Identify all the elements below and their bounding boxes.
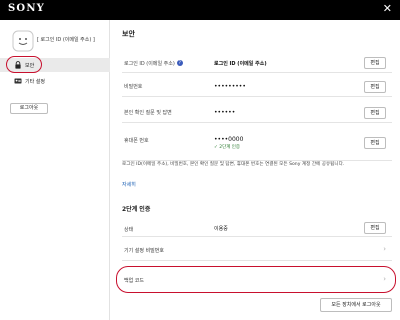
two-step-section-title: 2단계 인증	[122, 206, 151, 213]
security-question-value: ••••••	[214, 109, 236, 116]
close-icon[interactable]: ✕	[383, 3, 392, 15]
row-password: 비밀번호 ••••••••• 편집	[122, 77, 392, 97]
shared-info-note: 로그인 ID(이메일 주소), 비밀번호, 본인 확인 질문 및 답변, 휴대폰…	[122, 162, 345, 167]
row-security-question: 본인 확인 질문 및 답변 •••••• 편집	[122, 103, 392, 123]
top-bar: SONY ✕	[0, 0, 400, 20]
avatar	[12, 30, 34, 52]
phone-label: 휴대폰 번호	[124, 138, 149, 144]
edit-security-question-button[interactable]: 편집	[364, 107, 386, 119]
edit-login-id-button[interactable]: 편집	[364, 57, 386, 69]
page-title: 보안	[122, 30, 135, 38]
signout-all-devices-button[interactable]: 모든 장치에서 로그아웃	[320, 298, 392, 312]
id-card-icon	[14, 78, 22, 84]
main-panel: 보안 로그인 ID (이메일 주소)? 로그인 ID (이메일 주소) 편집 비…	[111, 20, 400, 320]
sidebar-item-label: 기타 설정	[25, 79, 45, 85]
row-phone: 휴대폰 번호 ••••0000 ✓ 2단계 인증 편집	[122, 131, 392, 161]
two-step-verified-badge: ✓ 2단계 인증	[214, 145, 241, 150]
security-question-label: 본인 확인 질문 및 답변	[124, 110, 172, 116]
user-id: [ 로그인 ID (이메일 주소) ]	[37, 37, 95, 43]
status-value: 이용중	[214, 226, 228, 232]
status-label: 상태	[124, 227, 134, 233]
row-two-step-status: 상태 이용중 편집	[122, 220, 392, 237]
device-password-link[interactable]: 기기 설정 비밀번호 ›	[122, 239, 392, 261]
login-id-label: 로그인 ID (이메일 주소)?	[124, 60, 183, 67]
edit-password-button[interactable]: 편집	[364, 81, 386, 93]
more-info-link[interactable]: 자세히	[122, 181, 136, 188]
chevron-right-icon: ›	[383, 245, 386, 253]
help-icon[interactable]: ?	[176, 60, 183, 66]
sidebar-item-other-settings[interactable]: 기타 설정	[0, 74, 110, 88]
login-id-value: 로그인 ID (이메일 주소)	[214, 61, 267, 67]
phone-value: ••••0000	[214, 136, 244, 143]
sidebar: [ 로그인 ID (이메일 주소) ] 보안 기타 설정 로그아웃	[0, 20, 110, 320]
device-password-label: 기기 설정 비밀번호	[124, 248, 164, 254]
password-label: 비밀번호	[124, 84, 143, 90]
edit-two-step-button[interactable]: 편집	[364, 222, 386, 234]
highlight-circle-security	[6, 56, 42, 73]
sony-logo: SONY	[8, 3, 46, 14]
row-login-id: 로그인 ID (이메일 주소)? 로그인 ID (이메일 주소) 편집	[122, 53, 392, 73]
password-value: •••••••••	[214, 83, 246, 90]
edit-phone-button[interactable]: 편집	[364, 137, 386, 149]
highlight-circle-backup-code	[116, 266, 396, 293]
logout-button[interactable]: 로그아웃	[10, 103, 48, 114]
